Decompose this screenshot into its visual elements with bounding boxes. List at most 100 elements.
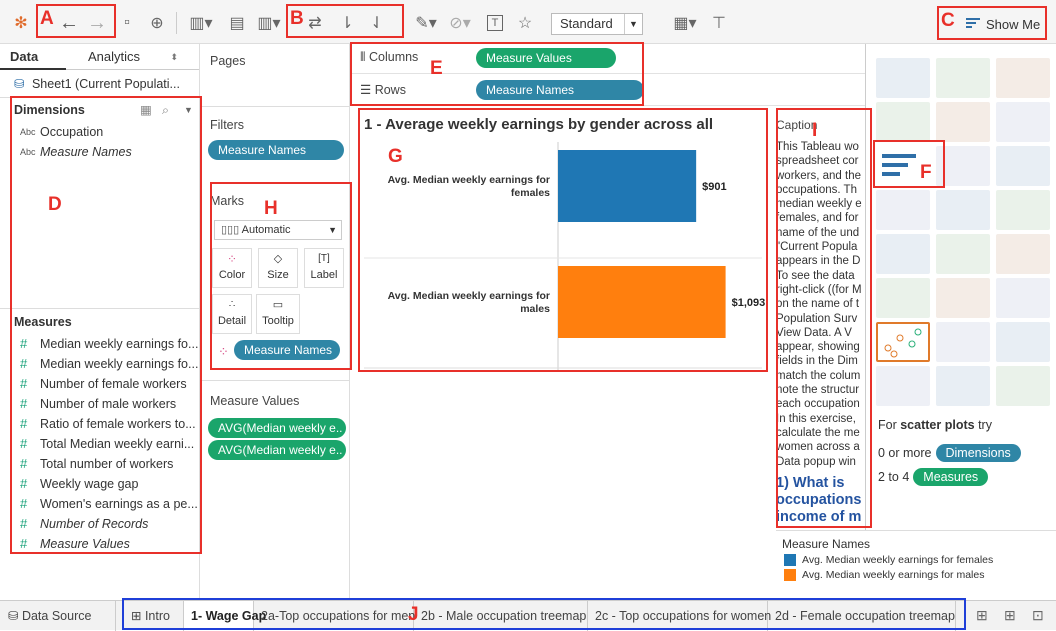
- caption-line: workers, and the: [776, 169, 862, 182]
- side-by-side-circle-thumb[interactable]: [996, 190, 1050, 230]
- show-mark-labels-icon[interactable]: T: [484, 10, 506, 36]
- stacked-bar-thumb[interactable]: [936, 146, 990, 186]
- histogram-thumb[interactable]: [936, 322, 990, 362]
- new-story-icon[interactable]: ⊡: [1032, 607, 1044, 624]
- sheet-tab[interactable]: ⊞ Intro: [124, 601, 184, 631]
- swap-rows-columns-icon[interactable]: ⇄: [304, 10, 326, 36]
- sheet-tab[interactable]: 1- Wage Gap: [184, 601, 266, 631]
- measure-label: Total number of workers: [40, 457, 174, 471]
- measure-value-pill-1[interactable]: AVG(Median weekly e..: [208, 418, 346, 438]
- measure-field[interactable]: # Number of Records: [0, 514, 200, 534]
- measure-field[interactable]: # Ratio of female workers to...: [0, 414, 200, 434]
- treemap-thumb[interactable]: [876, 190, 930, 230]
- measure-field[interactable]: # Weekly wage gap: [0, 474, 200, 494]
- search-icon[interactable]: ⌕: [162, 98, 169, 122]
- marks-pill-measure-names[interactable]: Measure Names: [234, 340, 340, 360]
- tableau-logo-icon[interactable]: ✻: [10, 10, 32, 36]
- circle-view-thumb[interactable]: [936, 190, 990, 230]
- dual-line-thumb[interactable]: [996, 234, 1050, 274]
- clear-sheet-icon[interactable]: ▥▾: [254, 10, 284, 36]
- caption-line: In this exercise,: [776, 412, 856, 425]
- fit-select-value: Standard: [560, 16, 613, 31]
- show-me-button[interactable]: Show Me: [944, 11, 1044, 37]
- measure-field[interactable]: # Women's earnings as a pe...: [0, 494, 200, 514]
- color-button[interactable]: ⁘ Color: [212, 248, 252, 288]
- chevron-down-icon[interactable]: ▼: [184, 98, 193, 122]
- database-icon: ⛁: [14, 77, 25, 91]
- dimension-field[interactable]: Abc Occupation: [0, 122, 199, 142]
- mark-type-select[interactable]: ▯▯▯ Automatic ▼: [214, 220, 342, 240]
- gantt-chart-thumb[interactable]: [876, 366, 930, 406]
- caption-line: note the structur: [776, 384, 860, 397]
- view-toggle-icon[interactable]: ▦: [140, 98, 152, 122]
- number-type-icon: #: [20, 476, 28, 491]
- sheet-tab[interactable]: 2d - Female occupation treemap: [768, 601, 956, 631]
- show-cards-icon[interactable]: ▦▾: [668, 10, 702, 36]
- bullet-graph-thumb[interactable]: [936, 366, 990, 406]
- side-by-side-bar-thumb[interactable]: [996, 146, 1050, 186]
- highlight-table-thumb[interactable]: [996, 58, 1050, 98]
- measure-field[interactable]: # Total number of workers: [0, 454, 200, 474]
- category-label: males: [520, 303, 550, 315]
- duplicate-sheet-icon[interactable]: ▤: [224, 10, 250, 36]
- data-source-tab[interactable]: ⛁ Data Source: [0, 601, 116, 631]
- line-continuous-thumb[interactable]: [936, 234, 990, 274]
- rows-shelf[interactable]: ☰ Rows Measure Names: [350, 76, 865, 106]
- measure-field[interactable]: # Median weekly earnings fo...: [0, 334, 200, 354]
- sheet-tab[interactable]: 2c - Top occupations for women: [588, 601, 771, 631]
- new-data-source-icon[interactable]: ⊕: [146, 10, 168, 36]
- redo-icon[interactable]: →: [86, 10, 108, 36]
- columns-shelf[interactable]: ⦀ Columns Measure Values: [350, 44, 865, 74]
- number-type-icon: #: [20, 416, 28, 431]
- symbol-map-thumb[interactable]: [876, 102, 930, 142]
- undo-icon[interactable]: ←: [58, 10, 80, 36]
- measure-field[interactable]: # Number of male workers: [0, 394, 200, 414]
- new-worksheet-icon[interactable]: ⊞: [976, 607, 988, 624]
- data-source-item[interactable]: ⛁ Sheet1 (Current Populati...: [0, 70, 199, 98]
- sort-descending-icon[interactable]: ⇃: [366, 10, 388, 36]
- packed-bubbles-thumb[interactable]: [996, 366, 1050, 406]
- sheet-tab-label: Intro: [144, 609, 170, 623]
- detail-button[interactable]: ∴ Detail: [212, 294, 252, 334]
- legend-item[interactable]: Avg. Median weekly earnings for males: [776, 566, 1056, 581]
- scatter-plot-thumb[interactable]: [876, 322, 930, 362]
- size-button[interactable]: ◇ Size: [258, 248, 298, 288]
- pie-chart-thumb[interactable]: [996, 102, 1050, 142]
- tab-analytics[interactable]: Analytics ⬍: [66, 44, 186, 70]
- measure-field[interactable]: # Median weekly earnings fo...: [0, 354, 200, 374]
- caption-line: fields in the Dim: [776, 355, 858, 368]
- fit-select[interactable]: Standard ▼: [551, 13, 643, 35]
- measure-field[interactable]: # Number of female workers: [0, 374, 200, 394]
- measure-field[interactable]: # Total Median weekly earni...: [0, 434, 200, 454]
- area-continuous-thumb[interactable]: [876, 278, 930, 318]
- dimension-field[interactable]: Abc Measure Names: [0, 142, 199, 162]
- measure-field[interactable]: # Measure Values: [0, 534, 200, 554]
- highlight-icon[interactable]: ✎▾: [412, 10, 440, 36]
- filled-map-thumb[interactable]: [936, 102, 990, 142]
- text-table-thumb[interactable]: [876, 58, 930, 98]
- heat-map-thumb[interactable]: [936, 58, 990, 98]
- legend-item[interactable]: Avg. Median weekly earnings for females: [776, 551, 1056, 566]
- rows-pill[interactable]: Measure Names: [476, 80, 644, 100]
- tooltip-button[interactable]: ▭ Tooltip: [256, 294, 300, 334]
- box-whisker-thumb[interactable]: [996, 322, 1050, 362]
- area-discrete-thumb[interactable]: [936, 278, 990, 318]
- save-icon[interactable]: ▫: [116, 10, 138, 36]
- dual-combination-thumb[interactable]: [996, 278, 1050, 318]
- tab-data[interactable]: Data: [0, 44, 66, 70]
- presentation-mode-icon[interactable]: ⊤: [708, 10, 730, 36]
- filter-pill-measure-names[interactable]: Measure Names: [208, 140, 344, 160]
- measure-value-pill-2[interactable]: AVG(Median weekly e..: [208, 440, 346, 460]
- sheet-tab[interactable]: 2a-Top occupations for men: [254, 601, 415, 631]
- new-dashboard-icon[interactable]: ⊞: [1004, 607, 1016, 624]
- line-discrete-thumb[interactable]: [876, 234, 930, 274]
- new-worksheet-icon[interactable]: ▥▾: [186, 10, 216, 36]
- sort-ascending-icon[interactable]: ⇂: [336, 10, 358, 36]
- fix-axes-icon[interactable]: ☆: [514, 10, 536, 36]
- group-members-icon[interactable]: ⊘▾: [446, 10, 474, 36]
- columns-pill[interactable]: Measure Values: [476, 48, 616, 68]
- columns-icon: ⦀: [360, 50, 369, 64]
- database-icon: ⛁: [8, 609, 22, 623]
- sheet-tab[interactable]: 2b - Male occupation treemap: [414, 601, 588, 631]
- label-button[interactable]: [T] Label: [304, 248, 344, 288]
